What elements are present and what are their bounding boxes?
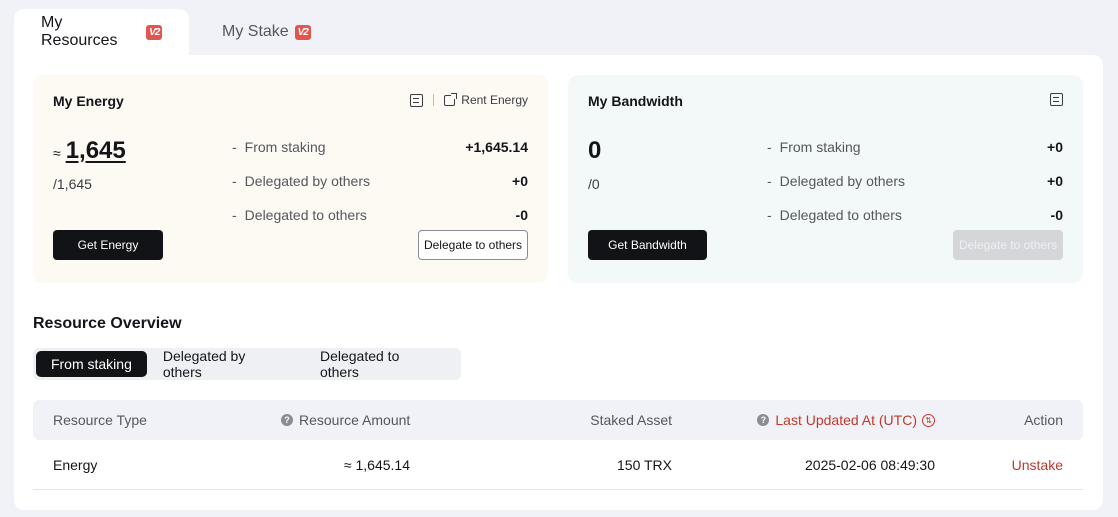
card-tools [1050, 93, 1063, 106]
segment-from-staking[interactable]: From staking [36, 351, 147, 377]
tab-my-stake[interactable]: My Stake V2 [189, 9, 338, 55]
bandwidth-total: /0 [588, 176, 600, 192]
breakdown-row: - From staking +0 [767, 139, 1063, 155]
breakdown-row: - Delegated to others -0 [767, 207, 1063, 223]
get-bandwidth-button[interactable]: Get Bandwidth [588, 230, 707, 260]
row-value: -0 [1050, 207, 1063, 223]
v2-badge-icon: V2 [294, 24, 311, 40]
row-label: From staking [779, 139, 861, 155]
row-label: From staking [244, 139, 326, 155]
bandwidth-breakdown: - From staking +0 - Delegated by others +0… [767, 130, 1063, 232]
resource-overview-title: Resource Overview [33, 315, 182, 332]
table-header: Resource Type ? Resource Amount Staked A… [33, 400, 1083, 440]
tab-label: My Stake [222, 23, 289, 40]
column-header-updated[interactable]: ? Last Updated At (UTC) ⇅ [757, 400, 935, 440]
help-icon[interactable]: ? [757, 414, 770, 426]
unstake-link[interactable]: Unstake [1012, 440, 1063, 490]
row-label: Delegated by others [779, 173, 905, 189]
row-value: +0 [1047, 173, 1063, 189]
resources-panel: My Energy Rent Energy ≈ 1,645 /1,645 - Fr… [14, 55, 1103, 510]
breakdown-row: - Delegated to others -0 [232, 207, 528, 223]
delegate-energy-button[interactable]: Delegate to others [418, 230, 528, 260]
external-link-icon [444, 92, 458, 106]
bandwidth-amount-value: 0 [588, 137, 602, 164]
energy-breakdown: - From staking +1,645.14 - Delegated by ot… [232, 130, 528, 232]
breakdown-row: - Delegated by others +0 [232, 173, 528, 189]
overview-segmented-control: From staking Delegated by others Delegat… [33, 348, 461, 380]
energy-amount-value[interactable]: 1,645 [66, 137, 126, 165]
segment-delegated-by-others[interactable]: Delegated by others [147, 348, 304, 380]
card-tools: Rent Energy [410, 92, 528, 107]
bandwidth-card: My Bandwidth 0 /0 - From staking +0 - Dele… [568, 75, 1083, 283]
delegate-bandwidth-button: Delegate to others [953, 230, 1063, 260]
row-label: Delegated to others [779, 207, 902, 223]
tab-label: My Resources [41, 14, 118, 49]
row-label: Delegated to others [244, 207, 367, 223]
divider [433, 94, 435, 106]
cell-asset: 150 TRX [617, 457, 672, 473]
approx-sign: ≈ [53, 145, 61, 161]
column-header-asset: Staked Asset [590, 412, 672, 428]
column-label: Last Updated At (UTC) [775, 412, 917, 428]
help-icon[interactable]: ? [281, 414, 293, 426]
rent-energy-link[interactable]: Rent Energy [461, 93, 528, 107]
v2-badge-icon: V2 [146, 24, 162, 40]
row-value: -0 [515, 207, 528, 223]
breakdown-row: - From staking +1,645.14 [232, 139, 528, 155]
column-header-type: Resource Type [53, 412, 147, 428]
row-label: Delegated by others [244, 173, 370, 189]
resource-table: Resource Type ? Resource Amount Staked A… [33, 400, 1083, 490]
cell-amount: ≈ 1,645.14 [343, 457, 410, 473]
energy-card: My Energy Rent Energy ≈ 1,645 /1,645 - Fr… [33, 75, 548, 283]
column-header-action: Action [1024, 412, 1063, 428]
cell-type: Energy [53, 457, 98, 473]
row-value: +0 [1047, 139, 1063, 155]
column-header-amount: ? Resource Amount [281, 400, 410, 440]
card-title: My Bandwidth [588, 93, 683, 109]
cell-updated: 2025-02-06 08:49:30 [805, 457, 935, 473]
segment-delegated-to-others[interactable]: Delegated to others [304, 348, 458, 380]
tab-bar: My Resources V2 My Stake V2 [14, 9, 338, 55]
table-row: Energy ≈ 1,645.14 150 TRX 2025-02-06 08:… [33, 440, 1083, 490]
energy-amount: ≈ 1,645 [53, 137, 126, 165]
breakdown-row: - Delegated by others +0 [767, 173, 1063, 189]
tab-my-resources[interactable]: My Resources V2 [14, 9, 189, 55]
row-value: +1,645.14 [465, 139, 528, 155]
get-energy-button[interactable]: Get Energy [53, 230, 163, 260]
row-value: +0 [512, 173, 528, 189]
energy-total: /1,645 [53, 176, 92, 192]
calculator-icon[interactable] [410, 93, 424, 107]
card-title: My Energy [53, 93, 124, 109]
column-label: Resource Amount [299, 412, 411, 428]
sort-icon[interactable]: ⇅ [922, 413, 935, 427]
calculator-icon[interactable] [1050, 93, 1063, 106]
bandwidth-amount: 0 [588, 137, 601, 165]
